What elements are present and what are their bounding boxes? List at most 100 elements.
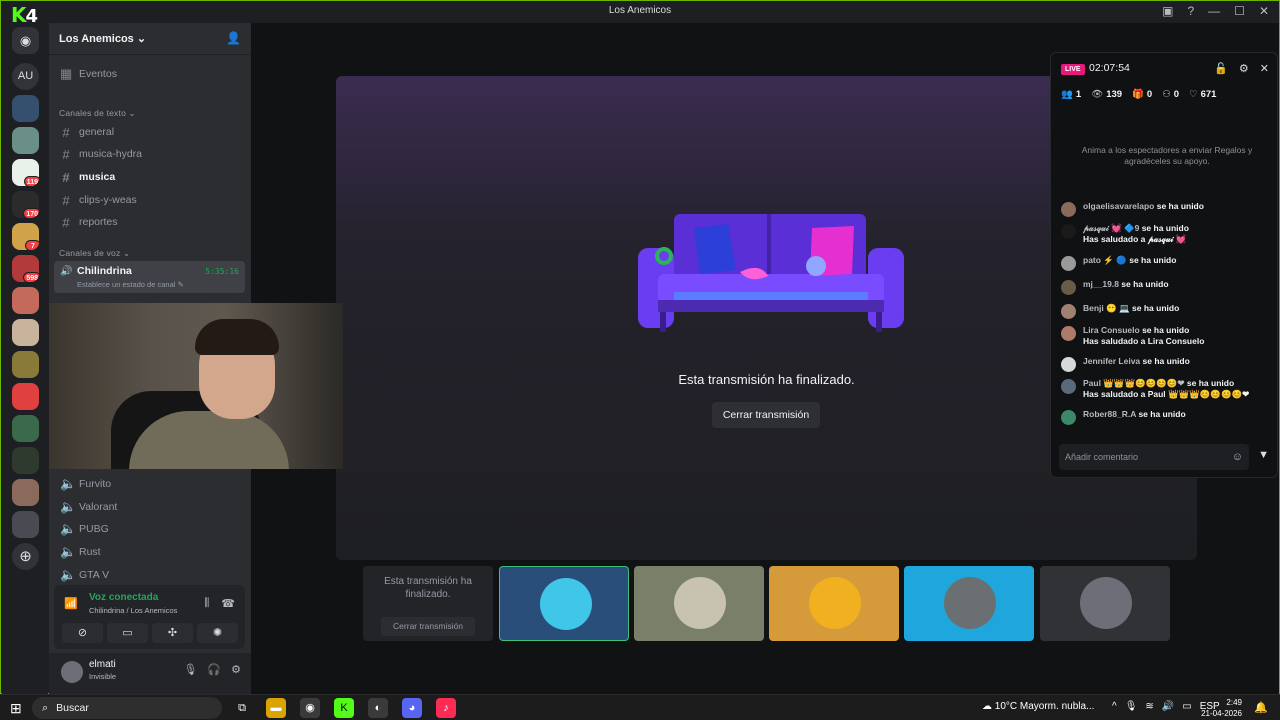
wifi-icon[interactable]: ≋ <box>1145 701 1153 712</box>
speaker-icon: 🔊 <box>60 266 73 277</box>
channel-clips-y-weas[interactable]: # clips-y-weas <box>54 190 245 210</box>
voice-channel-furvito[interactable]: 🔈 Furvito <box>54 474 245 494</box>
server-icon[interactable] <box>12 511 39 538</box>
help-icon[interactable]: ? <box>1187 4 1194 18</box>
channel-reportes[interactable]: # reportes <box>54 212 245 232</box>
volume-icon[interactable]: 🔊 <box>1162 701 1174 712</box>
chat-message: Benji 😶 💻 se ha unido <box>1061 303 1271 319</box>
soundboard-button[interactable]: ✺ <box>197 623 238 643</box>
channel-status[interactable]: Establece un estado de canal ✎ <box>60 280 239 289</box>
filter-icon[interactable]: ▼ <box>1258 449 1269 461</box>
server-icon[interactable]: 598 <box>12 255 39 282</box>
mic-tray-icon[interactable]: 🎙 <box>1125 701 1138 712</box>
chat-message: olgaelisavarelapo se ha unido <box>1061 201 1271 217</box>
server-icon[interactable]: 170 <box>12 191 39 218</box>
battery-icon[interactable]: ▭ <box>1182 701 1191 712</box>
file-explorer-icon[interactable]: ▬ <box>266 698 286 718</box>
voice-connected-label: Voz conectada <box>89 592 159 603</box>
server-icon[interactable] <box>12 479 39 506</box>
tiktok-icon[interactable]: ♪ <box>436 698 456 718</box>
task-view-icon[interactable]: ⧉ <box>232 698 252 718</box>
server-icon[interactable] <box>12 127 39 154</box>
text-category[interactable]: Canales de texto ⌄ <box>59 108 136 119</box>
taskbar-search[interactable]: ⌕ Buscar <box>32 697 222 719</box>
gifts-hint: Anima a los espectadores a enviar Regalo… <box>1081 145 1253 166</box>
close-stream-button[interactable]: Cerrar transmisión <box>712 402 820 428</box>
inbox-icon[interactable]: ▣ <box>1162 4 1173 18</box>
speaker-icon: 🔈 <box>60 476 77 491</box>
avatar[interactable] <box>61 661 83 683</box>
maximize-icon[interactable]: ☐ <box>1234 4 1245 18</box>
chat-message: mj__19.8 se ha unido <box>1061 279 1271 295</box>
mention-badge: 598 <box>23 272 39 282</box>
stream-thumbnail-ended[interactable]: Esta transmisión ha finalizado. Cerrar t… <box>363 566 493 641</box>
channel-general[interactable]: # general <box>54 122 245 142</box>
activities-button[interactable]: ✣ <box>152 623 193 643</box>
discord-icon[interactable]: ◕ <box>402 698 422 718</box>
username[interactable]: elmati <box>89 659 116 670</box>
settings-icon[interactable]: ⚙ <box>1239 62 1249 75</box>
discord-home-icon[interactable]: ◉ <box>12 27 39 54</box>
microphone-icon[interactable]: 🎙 <box>183 663 197 676</box>
close-icon[interactable]: ✕ <box>1260 62 1269 75</box>
headphones-icon[interactable]: 🎧 <box>207 663 221 676</box>
app-icon[interactable]: ◐ <box>368 698 388 718</box>
server-icon[interactable]: 7 <box>12 223 39 250</box>
voice-channel-valorant[interactable]: 🔈 Valorant <box>54 497 245 517</box>
user-panel: elmati Invisible 🎙 🎧 ⚙ <box>49 653 251 695</box>
comment-input[interactable]: Añadir comentario ☺ <box>1059 444 1249 470</box>
voice-channel-rust[interactable]: 🔈 Rust <box>54 542 245 562</box>
notification-bell-icon[interactable]: 🔔 <box>1254 701 1268 714</box>
taskbar-clock[interactable]: 2:49 21-04-2026 <box>1201 697 1242 719</box>
windows-start-icon[interactable]: ⊞ <box>10 700 22 717</box>
voice-timer: 5:35:16 <box>205 267 239 276</box>
noise-suppression-icon[interactable]: ⫼ <box>204 597 209 610</box>
webcam-overlay <box>49 303 343 469</box>
server-au[interactable]: AU <box>12 63 39 90</box>
search-icon: ⌕ <box>42 702 49 714</box>
voice-channel-chilindrina[interactable]: 🔊 Chilindrina 5:35:16 Establece un estad… <box>54 261 245 293</box>
gift-icon: 🎁 <box>1132 89 1144 100</box>
participant-tile[interactable] <box>499 566 629 641</box>
chrome-icon[interactable]: ◉ <box>300 698 320 718</box>
server-icon[interactable] <box>12 287 39 314</box>
participant-tile[interactable] <box>904 566 1034 641</box>
server-icon[interactable] <box>12 383 39 410</box>
participant-tile[interactable] <box>769 566 899 641</box>
server-icon[interactable] <box>12 95 39 122</box>
voice-channel-gtav[interactable]: 🔈 GTA V <box>54 565 245 585</box>
thumb-close-stream-button[interactable]: Cerrar transmisión <box>381 617 475 636</box>
viewers-stat: 👥 1 <box>1061 89 1082 100</box>
server-icon[interactable] <box>12 319 39 346</box>
add-server-icon[interactable]: ⊕ <box>12 543 39 570</box>
server-header[interactable]: Los Anemicos ⌄ 👤 <box>49 23 251 55</box>
chevron-up-icon[interactable]: ^ <box>1112 701 1117 712</box>
server-icon[interactable] <box>12 447 39 474</box>
emoji-icon[interactable]: ☺ <box>1232 444 1243 470</box>
camera-off-button[interactable]: ⊘ <box>62 623 103 643</box>
channel-musica-hydra[interactable]: # musica-hydra <box>54 144 245 164</box>
disconnect-icon[interactable]: ☎ <box>221 597 235 610</box>
settings-gear-icon[interactable]: ⚙ <box>231 663 241 676</box>
minimize-icon[interactable]: — <box>1208 4 1220 18</box>
weather-widget[interactable]: ☁ 10°C Mayorm. nubla... <box>982 701 1094 712</box>
voice-category[interactable]: Canales de voz ⌄ <box>59 248 130 259</box>
lock-icon[interactable]: 🔓 <box>1214 62 1228 75</box>
participant-tile[interactable] <box>634 566 764 641</box>
live-badge: LIVE <box>1061 64 1085 75</box>
screen-share-button[interactable]: ▭ <box>107 623 148 643</box>
participant-tile[interactable] <box>1040 566 1170 641</box>
events-item[interactable]: ▦ Eventos <box>54 64 245 84</box>
channel-musica[interactable]: # musica <box>54 167 245 187</box>
app-window: K4 Los Anemicos ▣ ? — ☐ ✕ ◉ AU 119 170 7… <box>0 0 1280 695</box>
close-window-icon[interactable]: ✕ <box>1259 4 1269 18</box>
speaker-icon: 🔈 <box>60 499 77 514</box>
add-member-icon[interactable]: 👤 <box>226 31 241 45</box>
kick-app-icon[interactable]: K <box>334 698 354 718</box>
voice-connected-channel[interactable]: Chilindrina / Los Anemicos <box>89 606 177 615</box>
voice-channel-pubg[interactable]: 🔈 PUBG <box>54 519 245 539</box>
server-icon[interactable] <box>12 351 39 378</box>
signal-icon[interactable]: 📶 <box>64 597 78 610</box>
server-icon[interactable] <box>12 415 39 442</box>
server-icon[interactable]: 119 <box>12 159 39 186</box>
